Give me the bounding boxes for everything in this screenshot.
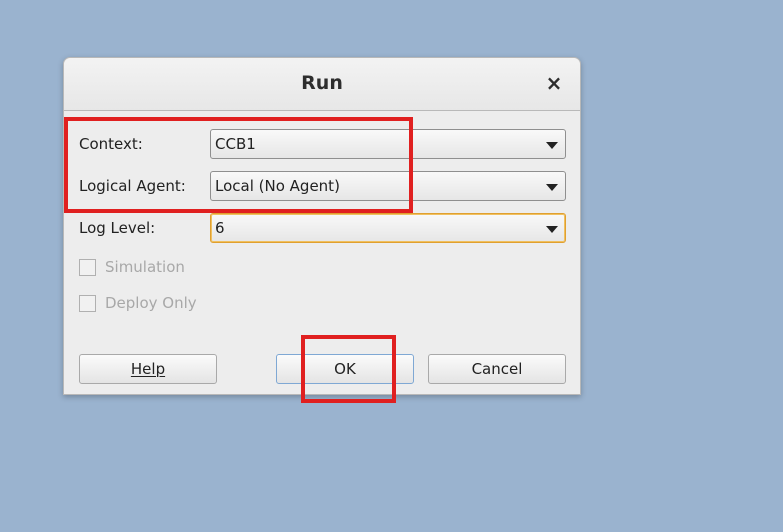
help-button-label: Help — [130, 360, 166, 378]
run-dialog: Run × Context: CCB1 Logical Agent: Local… — [63, 57, 581, 395]
log-level-label: Log Level: — [79, 219, 156, 237]
chevron-down-icon — [546, 226, 558, 233]
logical-agent-value: Local (No Agent) — [215, 177, 340, 195]
context-label: Context: — [79, 135, 143, 153]
chevron-down-icon — [546, 184, 558, 191]
simulation-label: Simulation — [105, 258, 185, 276]
log-level-dropdown[interactable]: 6 — [210, 213, 566, 243]
logical-agent-label: Logical Agent: — [79, 177, 186, 195]
cancel-button-label: Cancel — [471, 360, 523, 378]
dialog-title: Run — [301, 72, 343, 94]
context-dropdown[interactable]: CCB1 — [210, 129, 566, 159]
close-icon[interactable]: × — [544, 71, 564, 95]
ok-button-label: OK — [334, 360, 356, 378]
chevron-down-icon — [546, 142, 558, 149]
cancel-button[interactable]: Cancel — [428, 354, 566, 384]
context-value: CCB1 — [215, 135, 256, 153]
help-button[interactable]: Help — [79, 354, 217, 384]
checkbox-icon — [79, 259, 96, 276]
log-level-value: 6 — [215, 219, 225, 237]
title-bar: Run × — [64, 58, 580, 111]
deploy-only-label: Deploy Only — [105, 294, 197, 312]
logical-agent-dropdown[interactable]: Local (No Agent) — [210, 171, 566, 201]
ok-button[interactable]: OK — [276, 354, 414, 384]
checkbox-icon — [79, 295, 96, 312]
